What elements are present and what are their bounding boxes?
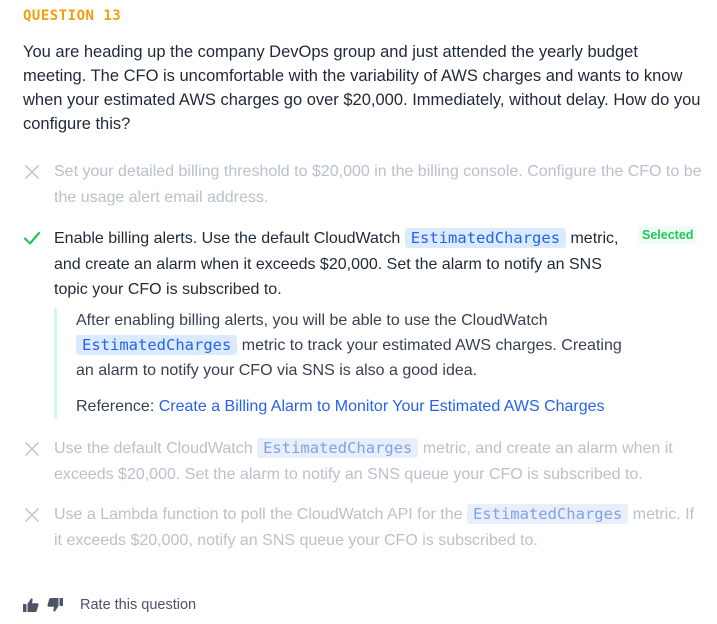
option-4-metric-code: EstimatedCharges (466, 504, 629, 524)
explanation-metric-code: EstimatedCharges (76, 335, 238, 355)
thumbs-down-icon[interactable] (46, 596, 64, 614)
x-mark-icon (25, 508, 39, 522)
rating-bar: Rate this question (22, 596, 196, 614)
rate-question-link[interactable]: Rate this question (80, 597, 196, 613)
answer-option-1[interactable]: Set your detailed billing threshold to $… (54, 159, 702, 210)
answer-option-3[interactable]: Use the default CloudWatch EstimatedChar… (54, 436, 702, 487)
explanation-text: After enabling billing alerts, you will … (76, 308, 636, 383)
x-mark-icon (25, 165, 39, 179)
reference-label: Reference: (76, 398, 159, 415)
x-mark-icon (25, 442, 39, 456)
option-2-metric-code: EstimatedCharges (404, 228, 567, 248)
reference-link[interactable]: Create a Billing Alarm to Monitor Your E… (159, 398, 605, 415)
explanation-text-start: After enabling billing alerts, you will … (76, 312, 548, 329)
explanation-panel: After enabling billing alerts, you will … (54, 308, 636, 419)
reference-line: Reference: Create a Billing Alarm to Mon… (76, 394, 636, 419)
answer-option-4[interactable]: Use a Lambda function to poll the CloudW… (54, 502, 702, 553)
option-1-text: Set your detailed billing threshold to $… (54, 163, 702, 206)
thumbs-up-icon[interactable] (22, 596, 40, 614)
option-3-metric-code: EstimatedCharges (257, 438, 419, 458)
selected-badge: Selected (638, 226, 698, 244)
option-2-text-start: Enable billing alerts. Use the default C… (54, 230, 405, 247)
check-mark-icon (23, 231, 41, 245)
question-text: You are heading up the company DevOps gr… (23, 43, 701, 133)
option-3-text-start: Use the default CloudWatch (54, 440, 258, 457)
option-4-text-start: Use a Lambda function to poll the CloudW… (54, 506, 467, 523)
question-label: QUESTION 13 (23, 8, 122, 24)
answer-option-2[interactable]: Enable billing alerts. Use the default C… (54, 226, 624, 303)
